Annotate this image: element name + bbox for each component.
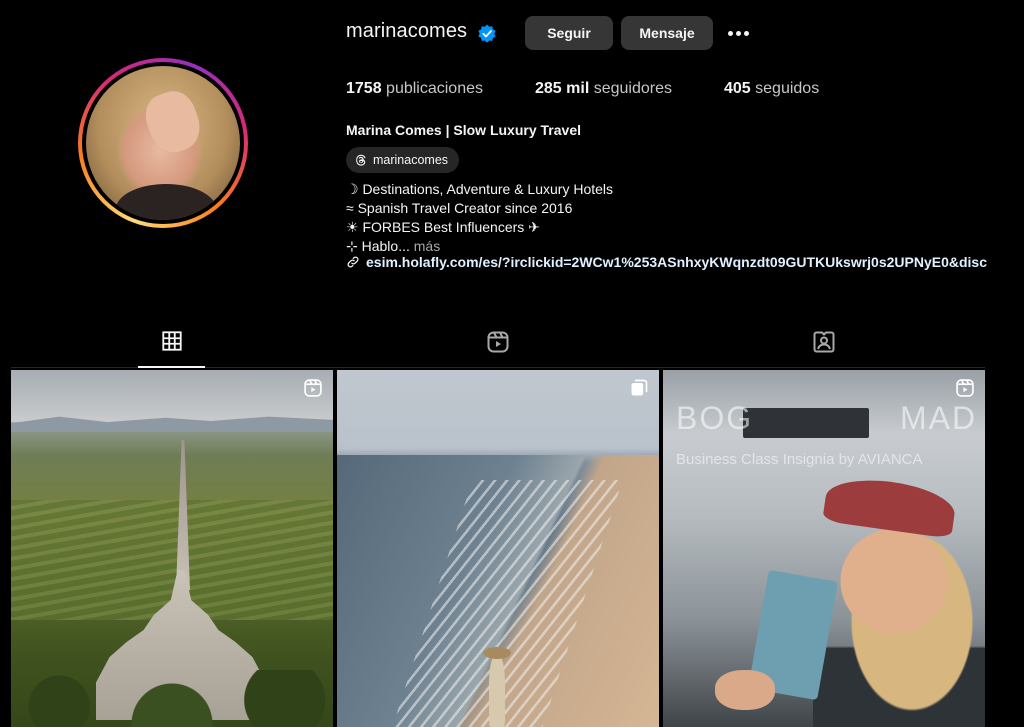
- follow-button[interactable]: Seguir: [525, 16, 613, 50]
- tile-person: [489, 655, 505, 727]
- profile-page: marinacomes Seguir Mensaje 1758 publicac…: [0, 0, 1024, 727]
- reel-icon: [304, 379, 322, 397]
- link-icon: [347, 256, 359, 268]
- more-options-icon[interactable]: [723, 22, 753, 44]
- dot: [743, 30, 749, 36]
- tile-overlay-subtitle: Business Class Insignia by AVIANCA: [676, 451, 923, 468]
- external-link-text: esim.holafly.com/es/?irclickid=2WCw1%253…: [366, 254, 988, 270]
- avatar-hand: [139, 85, 207, 159]
- bio-line: ≈ Spanish Travel Creator since 2016: [346, 200, 573, 216]
- tab-reels[interactable]: [458, 330, 538, 368]
- grid-icon: [162, 331, 182, 351]
- posts-count-value: 1758: [346, 80, 382, 97]
- threads-icon: [356, 154, 366, 166]
- following-count-value: 405: [724, 80, 751, 97]
- avatar-shirt: [116, 184, 216, 220]
- reels-icon: [487, 331, 509, 353]
- tile-hand: [715, 670, 775, 710]
- full-name: Marina Comes | Slow Luxury Travel: [346, 122, 581, 138]
- posts-count: 1758 publicaciones: [346, 80, 483, 98]
- bio-line: ☀ FORBES Best Influencers ✈: [346, 219, 540, 235]
- verified-badge-icon: [478, 24, 496, 43]
- tile-overlay-origin: BOG: [676, 400, 754, 436]
- tile-overlay-destination: MAD: [900, 400, 978, 436]
- post-thumbnail[interactable]: [11, 370, 333, 727]
- threads-handle: marinacomes: [373, 153, 449, 167]
- story-ring[interactable]: [78, 58, 248, 228]
- tab-posts[interactable]: [132, 330, 212, 368]
- following-count[interactable]: 405 seguidos: [724, 80, 819, 98]
- posts-count-label: publicaciones: [386, 80, 483, 97]
- tile-trees: [11, 670, 333, 727]
- bio: ☽ Destinations, Adventure & Luxury Hotel…: [346, 180, 613, 256]
- reel-icon: [956, 379, 974, 397]
- carousel-icon: [631, 379, 648, 396]
- tile-hat: [483, 647, 511, 659]
- tab-tagged[interactable]: [784, 330, 864, 368]
- followers-count-label: seguidores: [593, 80, 672, 97]
- threads-badge[interactable]: marinacomes: [346, 147, 459, 173]
- tile-flight-sign: [743, 408, 869, 438]
- username: marinacomes: [346, 20, 468, 42]
- bio-more-link[interactable]: más: [414, 238, 440, 254]
- dot: [727, 30, 733, 36]
- post-thumbnail[interactable]: [337, 370, 659, 727]
- bio-truncated-text: ⊹ Hablo...: [346, 238, 410, 254]
- message-button[interactable]: Mensaje: [621, 16, 713, 50]
- dot: [735, 30, 741, 36]
- post-thumbnail[interactable]: BOG MAD Business Class Insignia by AVIAN…: [663, 370, 985, 727]
- active-tab-indicator: [138, 366, 205, 368]
- followers-count[interactable]: 285 mil seguidores: [535, 80, 672, 98]
- avatar-frame: [82, 62, 244, 224]
- tagged-icon: [813, 331, 835, 353]
- tile-sky: [11, 370, 333, 422]
- bio-line: ☽ Destinations, Adventure & Luxury Hotel…: [346, 181, 614, 197]
- avatar[interactable]: [86, 66, 240, 220]
- external-link[interactable]: esim.holafly.com/es/?irclickid=2WCw1%253…: [346, 254, 1024, 270]
- followers-count-value: 285 mil: [535, 80, 590, 97]
- following-count-label: seguidos: [755, 80, 820, 97]
